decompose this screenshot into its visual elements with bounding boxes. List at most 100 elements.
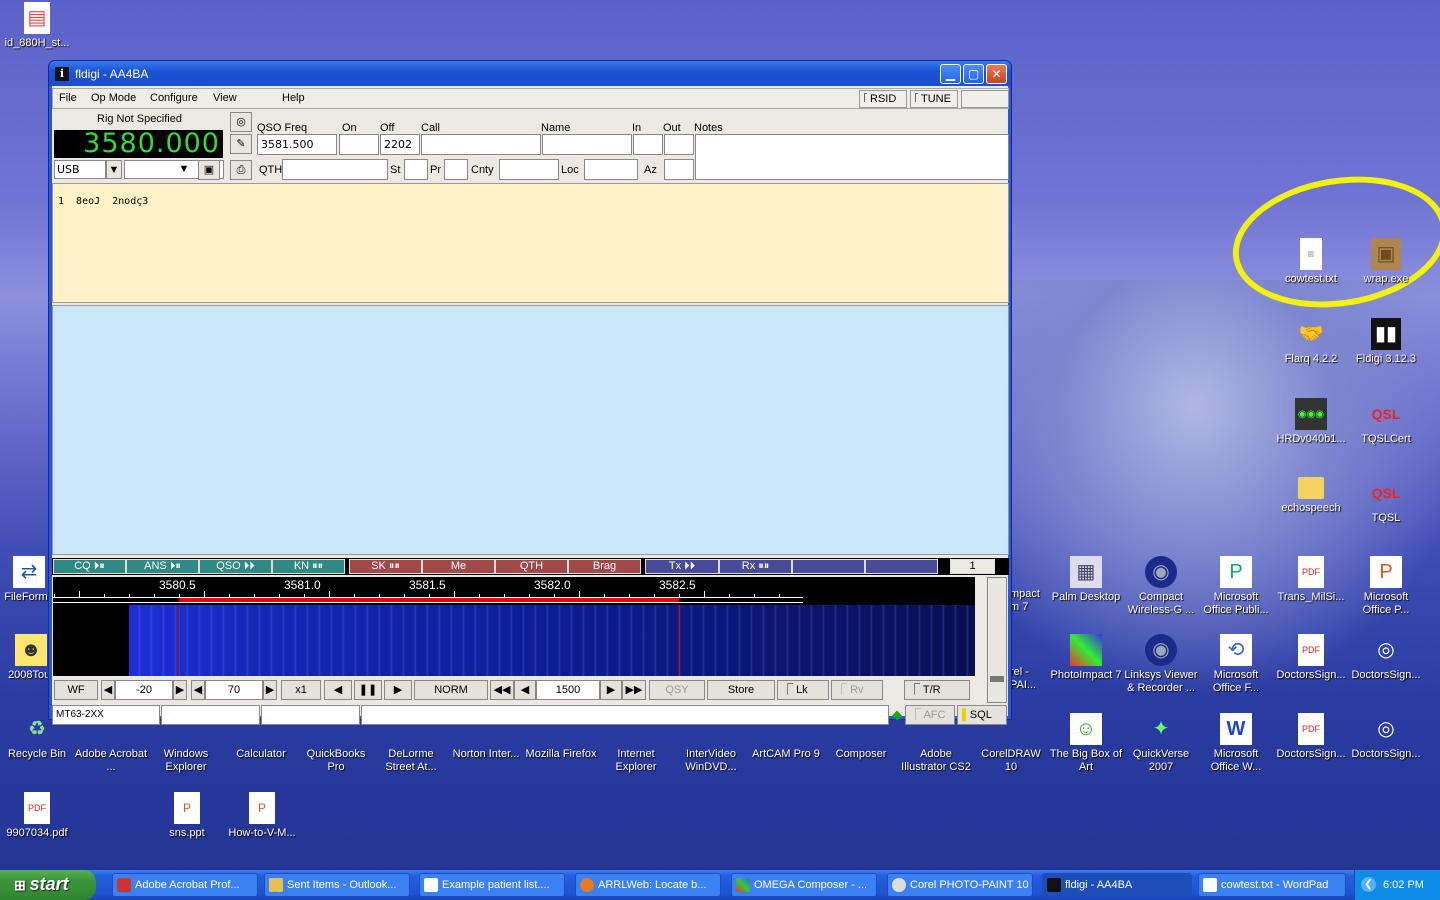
- desktop-icon-sns[interactable]: Psns.ppt: [150, 792, 224, 840]
- desktop-icon-linksys[interactable]: ◉ Linksys Viewer & Recorder ...: [1124, 634, 1198, 695]
- desktop-icon-hrd[interactable]: ◉◉◉ HRDv040b1...: [1274, 398, 1348, 446]
- waterfall-display[interactable]: 3580.5 3581.0 3581.5 3582.0 3582.5: [53, 577, 975, 676]
- sql-toggle[interactable]: ▌SQL: [957, 705, 1007, 725]
- audio-frequency-field[interactable]: 1500: [536, 680, 600, 700]
- zoom-button[interactable]: x1: [281, 680, 321, 700]
- range-increase-button[interactable]: ▶: [263, 680, 277, 700]
- desktop-icon-tqsl[interactable]: QSL TQSL: [1349, 477, 1423, 525]
- afc-toggle[interactable]: ⎾ AFC: [905, 705, 955, 725]
- desktop-icon-fldigi[interactable]: ▮▮ Fldigi 3.12.3: [1349, 318, 1423, 366]
- qso-freq-field[interactable]: 3581.500: [257, 134, 337, 155]
- range-decrease-button[interactable]: ◀: [191, 680, 205, 700]
- province-field[interactable]: [444, 159, 468, 180]
- desktop-icon-msword[interactable]: W Microsoft Office W...: [1199, 713, 1273, 774]
- scroll-right-button[interactable]: ▶: [384, 680, 412, 700]
- rig-frequency-display[interactable]: 3580.000: [54, 130, 223, 158]
- off-time-field[interactable]: 2202: [380, 134, 420, 155]
- qso-log-button[interactable]: ⎙: [230, 160, 252, 180]
- desktop-icon-howto[interactable]: P How-to-V-M...: [225, 792, 299, 840]
- desktop-icon-msppt[interactable]: P Microsoft Office P...: [1349, 556, 1423, 617]
- desktop-icon-bigbox[interactable]: ☺ The Big Box of Art: [1049, 713, 1123, 774]
- desktop-icon-quickverse[interactable]: ✦ QuickVerse 2007: [1124, 713, 1198, 774]
- mode-select[interactable]: USB: [54, 160, 106, 179]
- macro-rx-button[interactable]: Rx ⏸⏸: [719, 559, 792, 574]
- desktop-icon-docsign2[interactable]: ◎ DoctorsSign...: [1349, 634, 1423, 682]
- start-button[interactable]: ⊞ start: [0, 870, 96, 900]
- clock[interactable]: 6:02 PM: [1383, 879, 1424, 891]
- notes-field[interactable]: [695, 134, 1009, 180]
- desktop-icon-tqslcert[interactable]: QSL TQSLCert: [1349, 398, 1423, 446]
- taskbar-item-wordpad[interactable]: cowtest.txt - WordPad: [1198, 873, 1346, 897]
- ref-increase-button[interactable]: ▶: [173, 680, 187, 700]
- tray-expand-icon[interactable]: ❮: [1361, 877, 1376, 892]
- qsy-button[interactable]: QSY: [649, 680, 705, 700]
- rig-memory-button[interactable]: ▣: [198, 160, 220, 180]
- macro-brag-button[interactable]: Brag: [568, 559, 641, 574]
- tune-toggle[interactable]: TUNE: [910, 90, 958, 108]
- taskbar-item-patient-list[interactable]: Example patient list....: [419, 873, 565, 897]
- taskbar-item-acrobat[interactable]: Adobe Acrobat Prof...: [112, 873, 258, 897]
- macro-qth-button[interactable]: QTH: [495, 559, 568, 574]
- macro-blank-1-button[interactable]: [792, 559, 865, 574]
- desktop-icon-flarq[interactable]: 🤝 Flarq 4.2.2: [1274, 318, 1348, 366]
- macro-set-button[interactable]: 1: [950, 559, 995, 574]
- maximize-button[interactable]: ▢: [963, 64, 984, 84]
- store-button[interactable]: Store: [707, 680, 775, 700]
- desktop-icon-wrap[interactable]: ▣ wrap.exe: [1349, 238, 1423, 286]
- desktop-icon-docsign4[interactable]: ◎ DoctorsSign...: [1349, 713, 1423, 761]
- rst-out-field[interactable]: [664, 134, 694, 155]
- transmit-text-pane[interactable]: [52, 305, 1009, 555]
- qth-field[interactable]: [282, 159, 388, 180]
- scroll-left-button[interactable]: ◀: [324, 680, 352, 700]
- range-field[interactable]: 70: [205, 680, 263, 700]
- desktop-icon-photoimpact[interactable]: PhotoImpact 7: [1049, 634, 1123, 682]
- ref-decrease-button[interactable]: ◀: [101, 680, 115, 700]
- desktop-icon-docsign1[interactable]: PDF DoctorsSign...: [1274, 634, 1348, 682]
- receive-text-pane[interactable]: 1 8eoJ 2nodç3: [52, 183, 1009, 303]
- macro-ans-button[interactable]: ANS ⏵⏸: [126, 559, 199, 574]
- taskbar-item-omega[interactable]: OMEGA Composer - ...: [731, 873, 877, 897]
- macro-cq-button[interactable]: CQ ⏵⏸: [53, 559, 126, 574]
- reverse-toggle[interactable]: ⎾ Rv: [831, 680, 883, 700]
- macro-kn-button[interactable]: KN ⏸⏸: [272, 559, 345, 574]
- menu-file[interactable]: File: [59, 92, 77, 104]
- freq-decrease-button[interactable]: ◀: [514, 680, 536, 700]
- tr-toggle[interactable]: ⎾ T/R: [904, 680, 970, 700]
- menu-view[interactable]: View: [213, 92, 237, 104]
- desktop-icon-docsign3[interactable]: PDF DoctorsSign...: [1274, 713, 1348, 761]
- qso-save-button[interactable]: ✎: [230, 134, 252, 154]
- taskbar-item-corel[interactable]: Corel PHOTO-PAINT 10: [887, 873, 1033, 897]
- desktop-icon-mspub[interactable]: P Microsoft Office Publi...: [1199, 556, 1273, 617]
- on-time-field[interactable]: [339, 134, 379, 155]
- locator-field[interactable]: [584, 159, 638, 180]
- desktop-icon-msoff[interactable]: ⟲ Microsoft Office F...: [1199, 634, 1273, 695]
- menu-help[interactable]: Help: [282, 92, 305, 104]
- pause-button[interactable]: ❚❚: [354, 680, 382, 700]
- country-field[interactable]: [499, 159, 559, 180]
- taskbar-item-outlook[interactable]: Sent Items - Outlook...: [264, 873, 410, 897]
- desktop-icon-echospeech[interactable]: echospeech: [1274, 477, 1348, 515]
- rst-in-field[interactable]: [633, 134, 663, 155]
- desktop-icon-id880h[interactable]: ▤ id_880H_st...: [0, 2, 74, 50]
- menu-opmode[interactable]: Op Mode: [91, 92, 136, 104]
- mode-dropdown-button[interactable]: ▼: [106, 160, 122, 179]
- freq-increase-button[interactable]: ▶: [600, 680, 622, 700]
- waterfall-mode-button[interactable]: WF: [54, 680, 98, 700]
- lock-toggle[interactable]: ⎾ Lk: [777, 680, 829, 700]
- freq-fast-decrease-button[interactable]: ◀◀: [490, 680, 514, 700]
- macro-tx-button[interactable]: Tx ⏵⏵: [645, 559, 719, 574]
- qso-clear-button[interactable]: ◎: [230, 112, 252, 132]
- window-titlebar[interactable]: i fldigi - AA4BA: [49, 61, 1011, 86]
- macro-sk-button[interactable]: SK ⏸⏸: [349, 559, 422, 574]
- macro-qso-button[interactable]: QSO ⏵⏵: [199, 559, 272, 574]
- speed-button[interactable]: NORM: [414, 680, 488, 700]
- desktop-icon-palm[interactable]: ▦ Palm Desktop: [1049, 556, 1123, 604]
- taskbar-item-fldigi[interactable]: fldigi - AA4BA: [1042, 873, 1192, 897]
- minimize-button[interactable]: ▁: [940, 64, 961, 84]
- desktop-icon-cowtest[interactable]: ≡ cowtest.txt: [1274, 238, 1348, 286]
- ref-level-field[interactable]: -20: [115, 680, 173, 700]
- slider-thumb[interactable]: [990, 676, 1004, 682]
- freq-fast-increase-button[interactable]: ▶▶: [622, 680, 646, 700]
- rsid-toggle[interactable]: RSID: [859, 90, 907, 108]
- desktop-icon-9907034[interactable]: PDF 9907034.pdf: [0, 792, 74, 840]
